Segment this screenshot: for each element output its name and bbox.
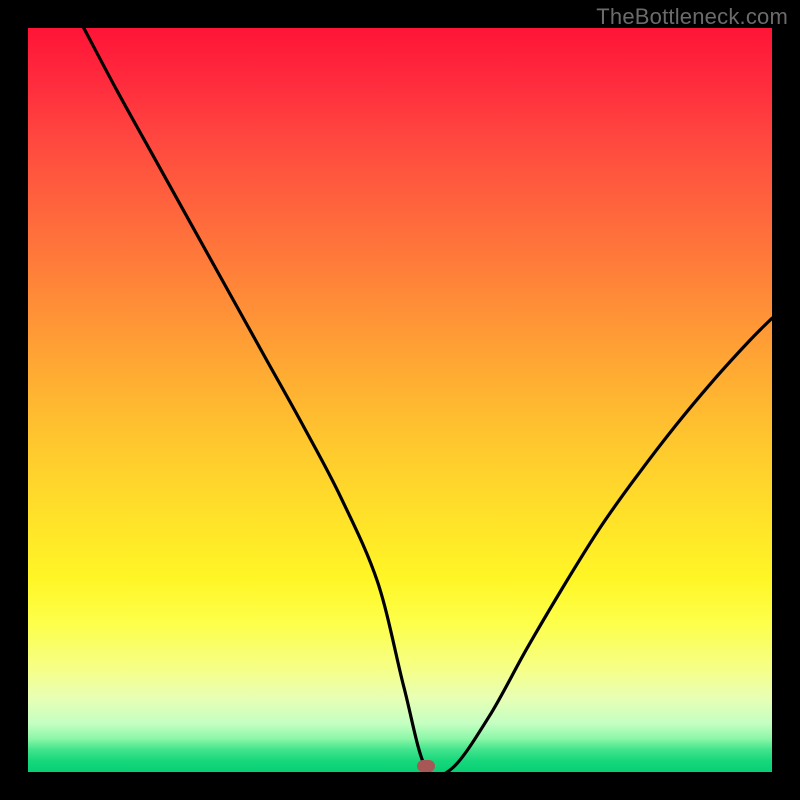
watermark-text: TheBottleneck.com — [596, 4, 788, 30]
bottleneck-curve — [28, 28, 772, 772]
optimal-point-marker — [417, 760, 435, 772]
chart-frame: TheBottleneck.com — [0, 0, 800, 800]
plot-area — [28, 28, 772, 772]
